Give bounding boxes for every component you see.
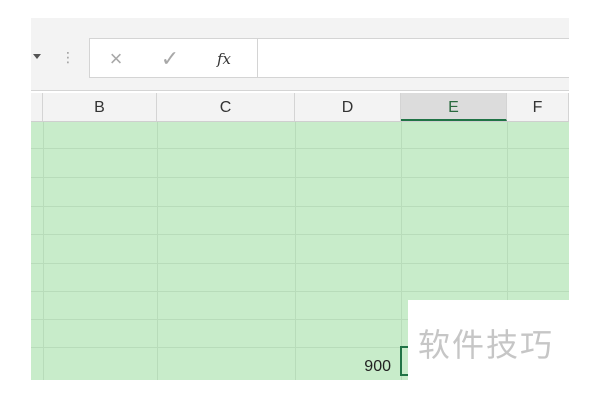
column-header-d[interactable]: D (295, 93, 401, 121)
formula-bar: ⋮ × ✓ fx (31, 18, 569, 91)
cancel-icon[interactable]: × (102, 45, 130, 73)
column-divider (295, 122, 296, 380)
column-header-c[interactable]: C (157, 93, 295, 121)
row-divider (31, 148, 569, 149)
row-divider (31, 291, 569, 292)
watermark-text: 软件技巧 (418, 326, 555, 364)
formula-bar-grip-icon: ⋮ (61, 49, 75, 65)
column-header-a[interactable] (31, 93, 43, 121)
cell-d-value[interactable]: 900 (31, 358, 391, 378)
column-header-b[interactable]: B (43, 93, 157, 121)
column-header-f[interactable]: F (507, 93, 569, 121)
insert-function-button[interactable]: fx (210, 45, 238, 73)
column-header-e[interactable]: E (401, 93, 507, 121)
column-divider (157, 122, 158, 380)
column-divider (401, 122, 402, 380)
row-divider (31, 206, 569, 207)
formula-buttons: × ✓ fx (89, 38, 279, 78)
name-box-dropdown-icon[interactable] (33, 54, 41, 59)
check-icon[interactable]: ✓ (156, 45, 184, 73)
row-divider (31, 234, 569, 235)
watermark: 软件技巧 (408, 300, 578, 380)
formula-input[interactable] (257, 38, 569, 78)
row-divider (31, 177, 569, 178)
row-divider (31, 263, 569, 264)
column-divider (43, 122, 44, 380)
column-header-row: B C D E F (31, 93, 569, 122)
